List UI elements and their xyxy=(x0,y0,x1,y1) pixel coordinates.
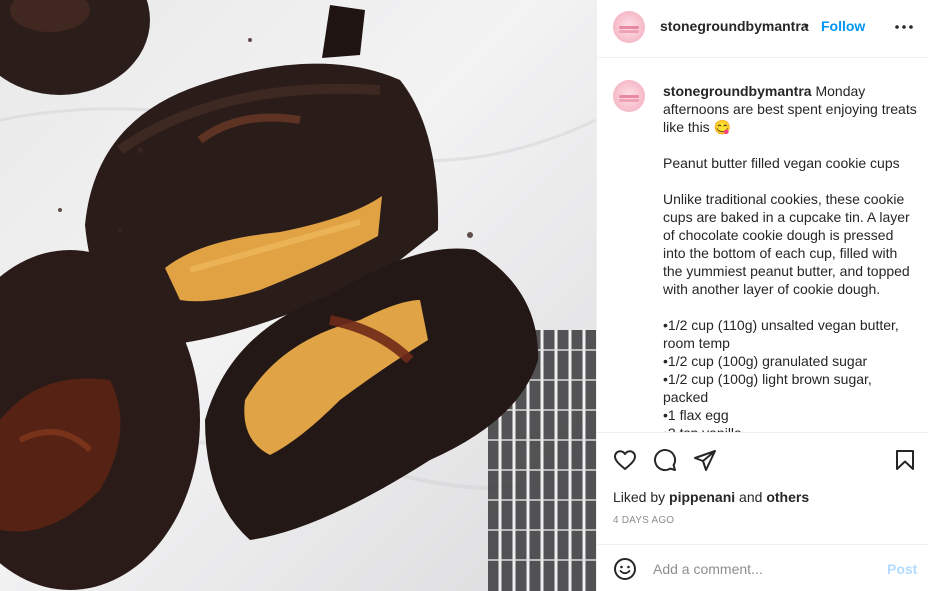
likes-joiner: and xyxy=(735,489,767,505)
liked-by-others[interactable]: others xyxy=(766,489,809,505)
instagram-post: stonegroundbymantra • Follow stoneground… xyxy=(0,0,928,591)
post-side-panel: stonegroundbymantra • Follow stoneground… xyxy=(596,0,928,591)
header-username[interactable]: stonegroundbymantra xyxy=(660,18,809,34)
caption-area[interactable]: stonegroundbymantra Monday afternoons ar… xyxy=(597,58,928,432)
cookie-cups-image xyxy=(0,0,596,591)
separator-dot: • xyxy=(804,17,809,33)
post-header: stonegroundbymantra • Follow xyxy=(597,0,928,58)
comment-input[interactable] xyxy=(653,559,873,579)
follow-button[interactable]: Follow xyxy=(821,18,865,34)
likes-prefix: Liked by xyxy=(613,489,670,505)
caption-username[interactable]: stonegroundbymantra xyxy=(663,83,812,99)
avatar[interactable] xyxy=(613,11,645,43)
caption-body: Monday afternoons are best spent enjoyin… xyxy=(663,83,917,432)
likes-text: Liked by pippenani and others xyxy=(613,489,809,505)
more-options-icon[interactable] xyxy=(895,22,913,32)
actions-section: Liked by pippenani and others 4 days ago… xyxy=(597,432,928,591)
caption-avatar[interactable] xyxy=(613,80,645,112)
post-timestamp[interactable]: 4 days ago xyxy=(613,515,674,526)
bookmark-icon[interactable] xyxy=(893,448,917,472)
emoji-icon[interactable] xyxy=(613,557,637,581)
comment-icon[interactable] xyxy=(653,448,677,472)
caption-text: stonegroundbymantra Monday afternoons ar… xyxy=(663,82,919,432)
post-photo[interactable] xyxy=(0,0,596,591)
post-comment-button[interactable]: Post xyxy=(887,561,917,577)
liked-by-user[interactable]: pippenani xyxy=(669,489,735,505)
comment-bar: Post xyxy=(597,544,928,591)
heart-icon[interactable] xyxy=(613,448,637,472)
share-icon[interactable] xyxy=(693,448,717,472)
